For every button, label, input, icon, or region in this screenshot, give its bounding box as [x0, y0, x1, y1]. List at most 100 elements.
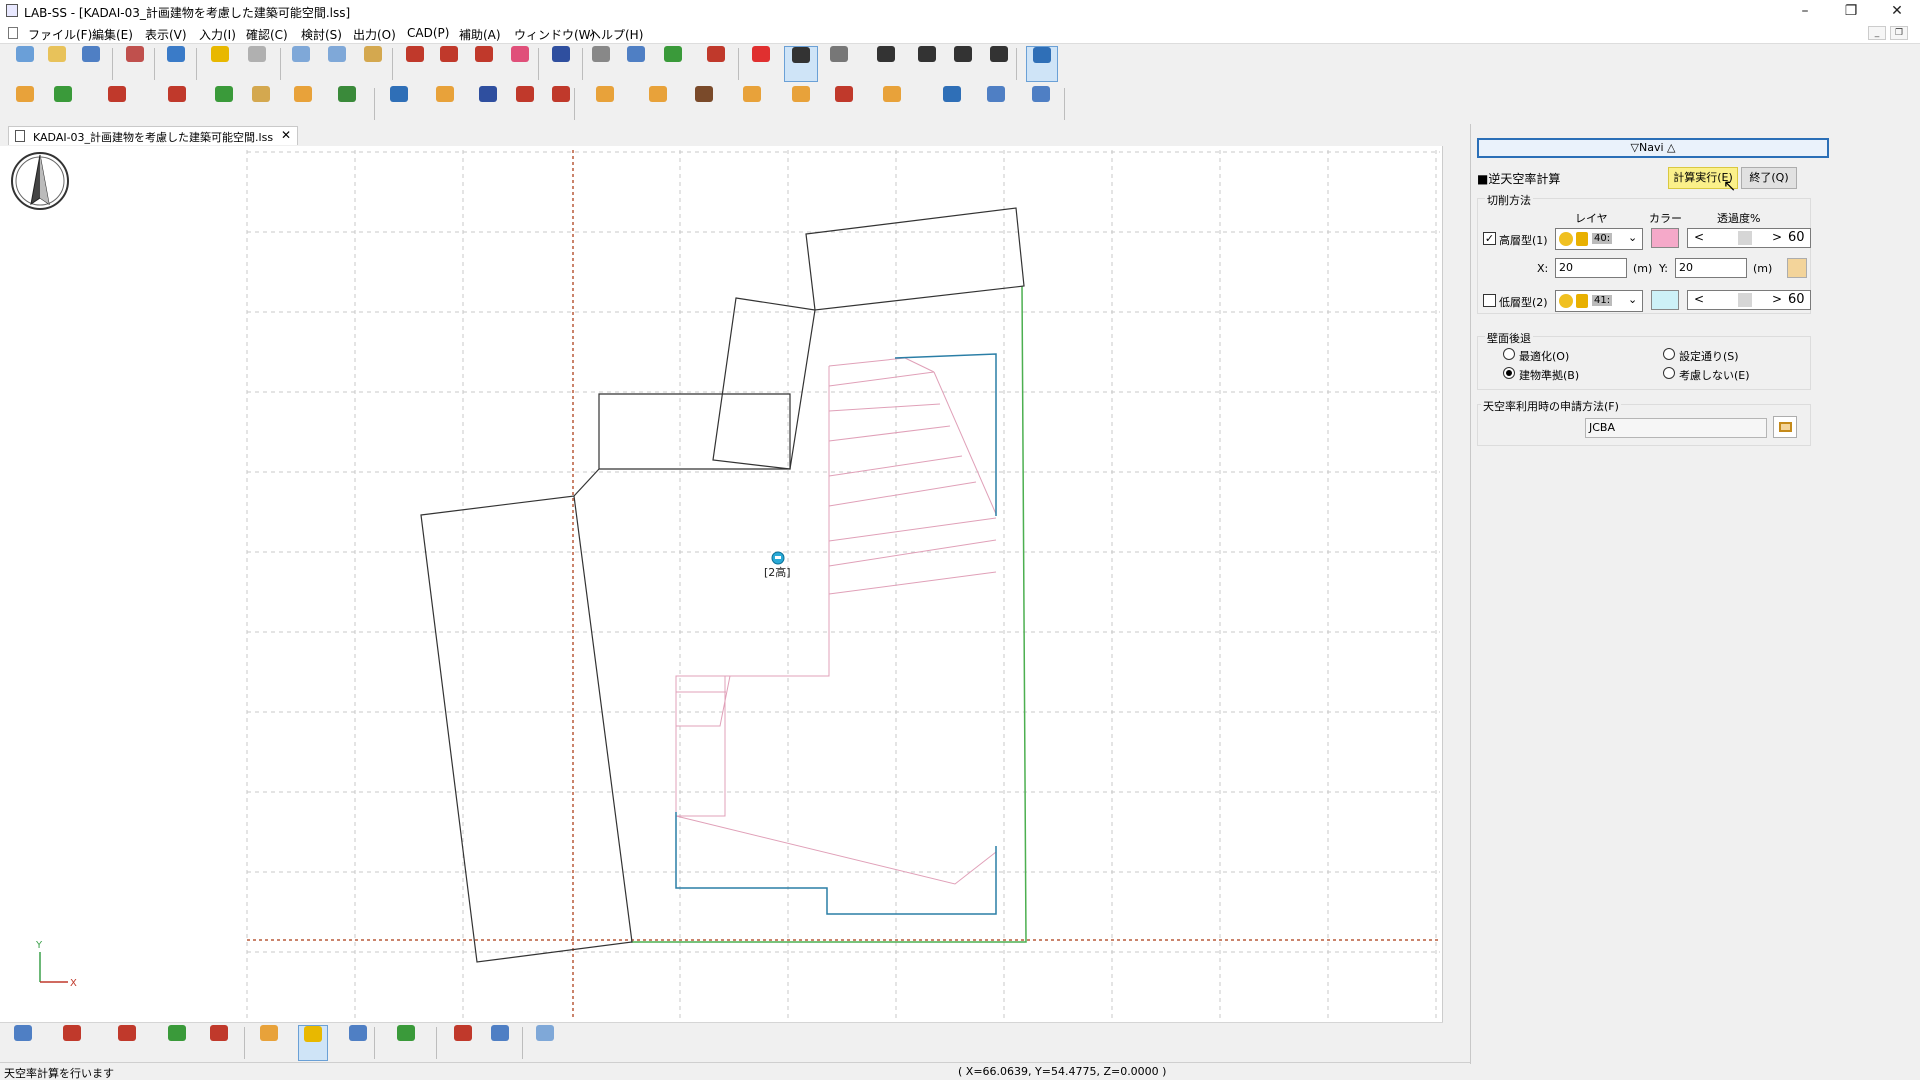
- menu-edit[interactable]: 編集(E): [92, 26, 133, 43]
- undefined-button-14[interactable]: [640, 86, 676, 122]
- book-icon[interactable]: [1773, 416, 1797, 438]
- undefined-button-5[interactable]: [254, 1025, 284, 1061]
- undefined-button-3[interactable]: [118, 46, 152, 82]
- low-rise-transparency-slider[interactable]: < > 60: [1687, 290, 1811, 310]
- undefined-button-10[interactable]: [398, 46, 432, 82]
- undefined-button-12[interactable]: [468, 46, 500, 82]
- undefined-button-9[interactable]: [358, 46, 388, 82]
- undefined-button-24[interactable]: [948, 46, 978, 82]
- end-button[interactable]: 終了(Q): [1741, 167, 1797, 189]
- menu-help[interactable]: ヘルプ(H): [589, 26, 643, 43]
- undefined-button-1[interactable]: [44, 46, 70, 82]
- undefined-button-23[interactable]: [912, 46, 942, 82]
- menu-view[interactable]: 表示(V): [145, 26, 187, 43]
- undefined-button-18[interactable]: [828, 86, 860, 122]
- pick-coordinate-button[interactable]: [1787, 258, 1807, 278]
- undefined-button-14[interactable]: [544, 46, 578, 82]
- menu-study[interactable]: 検討(S): [301, 26, 342, 43]
- undefined-button-16[interactable]: [732, 86, 772, 122]
- drawing-canvas[interactable]: [2高] Y X: [0, 146, 1443, 1022]
- undefined-button-1[interactable]: [54, 1025, 90, 1061]
- undefined-button-12[interactable]: [546, 86, 576, 122]
- maximize-button[interactable]: ❐: [1828, 0, 1874, 22]
- undefined-button-19[interactable]: [746, 46, 776, 82]
- radio-ignore[interactable]: [1663, 367, 1675, 379]
- document-tab[interactable]: KADAI-03_計画建物を考慮した建築可能空間.lss ✕: [8, 126, 299, 145]
- undefined-button-7[interactable]: [286, 46, 316, 82]
- undefined-button-4[interactable]: [210, 86, 238, 122]
- high-rise-checkbox[interactable]: ✓: [1483, 232, 1496, 245]
- undefined-button-25[interactable]: [984, 46, 1014, 82]
- undefined-button-3[interactable]: [152, 86, 202, 122]
- undefined-button-3[interactable]: [162, 1025, 192, 1061]
- undefined-button-4[interactable]: [204, 1025, 234, 1061]
- undefined-button-10[interactable]: [474, 86, 502, 122]
- menu-cad[interactable]: CAD(P): [407, 26, 449, 40]
- undefined-button-6[interactable]: [288, 86, 318, 122]
- undefined-button-21[interactable]: [822, 46, 856, 82]
- undefined-button-6[interactable]: [298, 1025, 328, 1061]
- undefined-button-26[interactable]: [1026, 46, 1058, 82]
- low-rise-color-swatch[interactable]: [1651, 290, 1679, 310]
- undefined-button-1[interactable]: [48, 86, 78, 122]
- slider-thumb[interactable]: [1738, 293, 1752, 307]
- undefined-button-17[interactable]: [656, 46, 690, 82]
- undefined-button-10[interactable]: [486, 1025, 514, 1061]
- undefined-button-21[interactable]: [976, 86, 1016, 122]
- undefined-button-9[interactable]: [428, 86, 462, 122]
- undefined-button-7[interactable]: [340, 1025, 376, 1061]
- undefined-button-20[interactable]: [932, 86, 972, 122]
- minimize-button[interactable]: –: [1782, 0, 1828, 22]
- undefined-button-13[interactable]: [580, 86, 630, 122]
- undefined-button-22[interactable]: [868, 46, 904, 82]
- undefined-button-2[interactable]: [90, 86, 144, 122]
- undefined-button-4[interactable]: [162, 46, 190, 82]
- radio-building[interactable]: [1503, 367, 1515, 379]
- undefined-button-11[interactable]: [530, 1025, 560, 1061]
- undefined-button-15[interactable]: [588, 46, 614, 82]
- undefined-button-9[interactable]: [448, 1025, 478, 1061]
- apply-method-field[interactable]: JCBA: [1585, 418, 1767, 438]
- undefined-button-5[interactable]: [204, 46, 236, 82]
- undefined-button-18[interactable]: [698, 46, 734, 82]
- x-input[interactable]: 20: [1555, 258, 1627, 278]
- mdi-minimize-button[interactable]: _: [1868, 26, 1886, 40]
- radio-setting[interactable]: [1663, 348, 1675, 360]
- undefined-button-8[interactable]: [384, 1025, 428, 1061]
- undefined-button-13[interactable]: [504, 46, 536, 82]
- undefined-button-2[interactable]: [100, 1025, 154, 1061]
- undefined-button-5[interactable]: [244, 86, 278, 122]
- undefined-button-2[interactable]: [74, 46, 108, 82]
- undefined-button-0[interactable]: [10, 86, 40, 122]
- menu-assist[interactable]: 補助(A): [459, 26, 501, 43]
- radio-optimize[interactable]: [1503, 348, 1515, 360]
- undefined-button-20[interactable]: [784, 46, 818, 82]
- high-rise-color-swatch[interactable]: [1651, 228, 1679, 248]
- high-rise-transparency-slider[interactable]: < > 60: [1687, 228, 1811, 248]
- menu-output[interactable]: 出力(O): [353, 26, 396, 43]
- close-tab-icon[interactable]: ✕: [281, 128, 291, 142]
- y-input[interactable]: 20: [1675, 258, 1747, 278]
- undefined-button-8[interactable]: [320, 46, 354, 82]
- undefined-button-11[interactable]: [434, 46, 464, 82]
- undefined-button-0[interactable]: [12, 46, 38, 82]
- menu-window[interactable]: ウィンドウ(W): [514, 26, 595, 43]
- high-rise-layer-select[interactable]: 40: ⌄: [1555, 228, 1643, 250]
- undefined-button-16[interactable]: [618, 46, 654, 82]
- undefined-button-8[interactable]: [384, 86, 414, 122]
- undefined-button-0[interactable]: [6, 1025, 40, 1061]
- slider-thumb[interactable]: [1738, 231, 1752, 245]
- low-rise-checkbox[interactable]: [1483, 294, 1496, 307]
- undefined-button-15[interactable]: [686, 86, 722, 122]
- undefined-button-7[interactable]: [330, 86, 364, 122]
- undefined-button-6[interactable]: [240, 46, 274, 82]
- undefined-button-17[interactable]: [782, 86, 820, 122]
- undefined-button-19[interactable]: [866, 86, 918, 122]
- undefined-button-11[interactable]: [510, 86, 540, 122]
- canvas-splitter[interactable]: [1443, 124, 1465, 1069]
- mdi-restore-button[interactable]: ❐: [1890, 26, 1908, 40]
- low-rise-layer-select[interactable]: 41: ⌄: [1555, 290, 1643, 312]
- navi-header[interactable]: ▽Navi △: [1477, 138, 1829, 158]
- menu-check[interactable]: 確認(C): [246, 26, 288, 43]
- menu-file[interactable]: ファイル(F): [28, 26, 92, 43]
